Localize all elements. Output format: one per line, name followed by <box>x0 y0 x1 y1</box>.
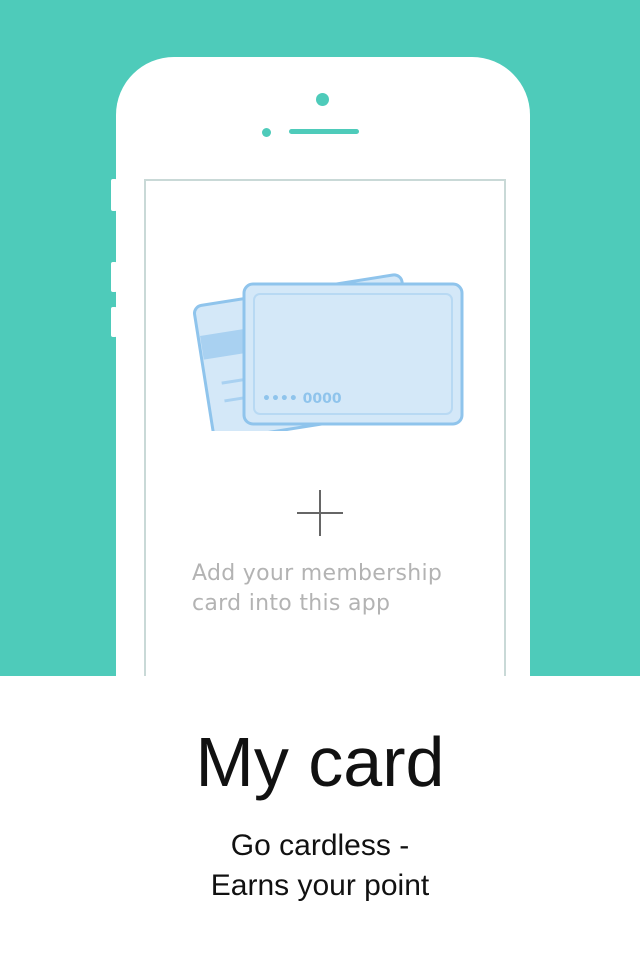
add-card-caption-line-2: card into this app <box>192 591 391 616</box>
feature-subtitle: Go cardless - Earns your point <box>0 826 640 906</box>
feature-description: My card Go cardless - Earns your point <box>0 676 640 980</box>
card-number: •••• 0000 <box>262 391 342 407</box>
membership-cards-illustration: •••• 0000 <box>193 273 464 431</box>
add-card-caption: Add your membership card into this app <box>192 559 492 619</box>
add-card-button[interactable] <box>294 487 346 539</box>
hero-banner: •••• 0000 Add your membership card into … <box>0 0 640 676</box>
phone-camera <box>316 93 329 106</box>
phone-mockup: •••• 0000 Add your membership card into … <box>111 57 530 676</box>
plus-icon <box>297 490 343 536</box>
feature-title: My card <box>195 723 445 801</box>
phone-volume-up-button <box>111 262 117 292</box>
add-card-caption-line-1: Add your membership <box>192 561 443 586</box>
phone-volume-down-button <box>111 307 117 337</box>
front-card: •••• 0000 <box>242 282 464 426</box>
phone-speaker <box>289 129 359 134</box>
feature-subtitle-line-2: Earns your point <box>210 869 430 902</box>
phone-sensor <box>262 128 271 137</box>
phone-screen: •••• 0000 Add your membership card into … <box>144 179 506 676</box>
feature-subtitle-line-1: Go cardless - <box>230 829 410 862</box>
phone-mute-switch <box>111 179 117 211</box>
